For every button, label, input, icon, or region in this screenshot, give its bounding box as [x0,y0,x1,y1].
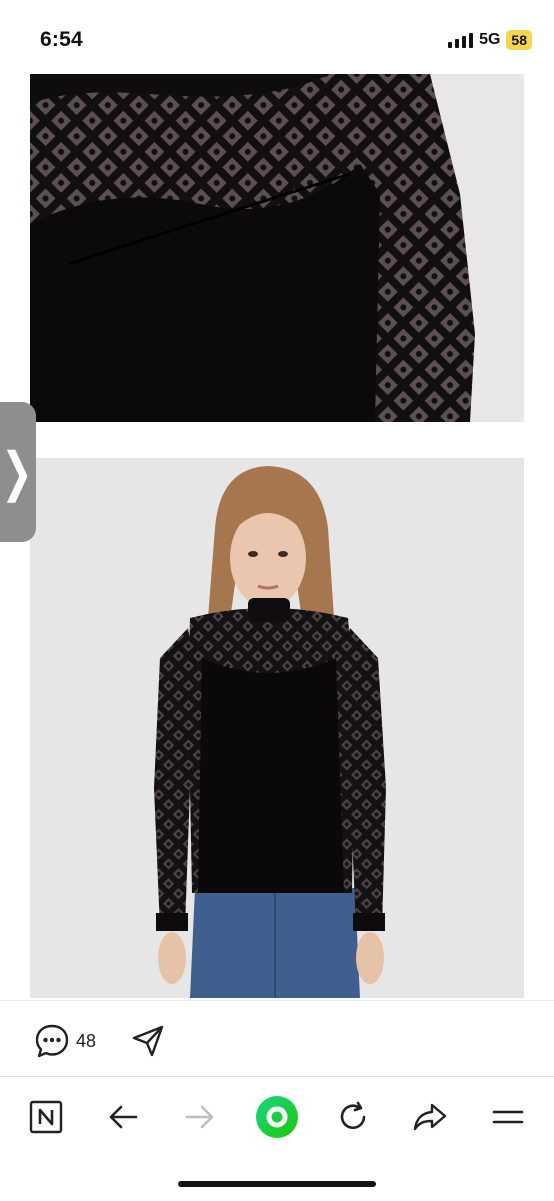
paper-plane-icon [132,1025,164,1057]
status-bar: 6:54 5G 58 [0,0,554,74]
share-button[interactable] [408,1095,452,1139]
send-button[interactable] [130,1023,166,1064]
chevron-right-icon: ❯ [1,443,33,503]
battery-badge: 58 [506,30,532,50]
naver-home-icon [29,1100,63,1134]
status-indicators: 5G 58 [448,30,532,50]
side-panel-handle[interactable]: ❯ [0,402,36,542]
menu-button[interactable] [486,1095,530,1139]
green-circle-icon [256,1096,298,1138]
network-label: 5G [479,31,501,48]
menu-icon [492,1110,524,1124]
model-illustration [30,458,524,998]
naver-home-button[interactable] [24,1095,68,1139]
model-wearing-lace-top-photo[interactable] [30,458,524,998]
comment-bubble-icon [35,1024,69,1058]
share-arrow-icon [413,1103,447,1131]
lace-closeup-illustration [30,74,524,422]
home-indicator[interactable] [178,1181,376,1187]
post-action-row: 48 [0,1000,554,1077]
comment-button[interactable]: 48 [34,1023,96,1059]
signal-icon [448,32,474,48]
status-time: 6:54 [40,28,83,51]
top-lace-closeup-photo[interactable] [30,74,524,422]
back-button[interactable] [101,1095,145,1139]
forward-button[interactable] [178,1095,222,1139]
back-arrow-icon [109,1105,138,1129]
reload-icon [340,1101,366,1130]
comment-count: 48 [76,1030,97,1051]
reload-button[interactable] [331,1095,375,1139]
forward-arrow-icon [185,1105,214,1129]
green-action-button[interactable] [255,1095,299,1139]
